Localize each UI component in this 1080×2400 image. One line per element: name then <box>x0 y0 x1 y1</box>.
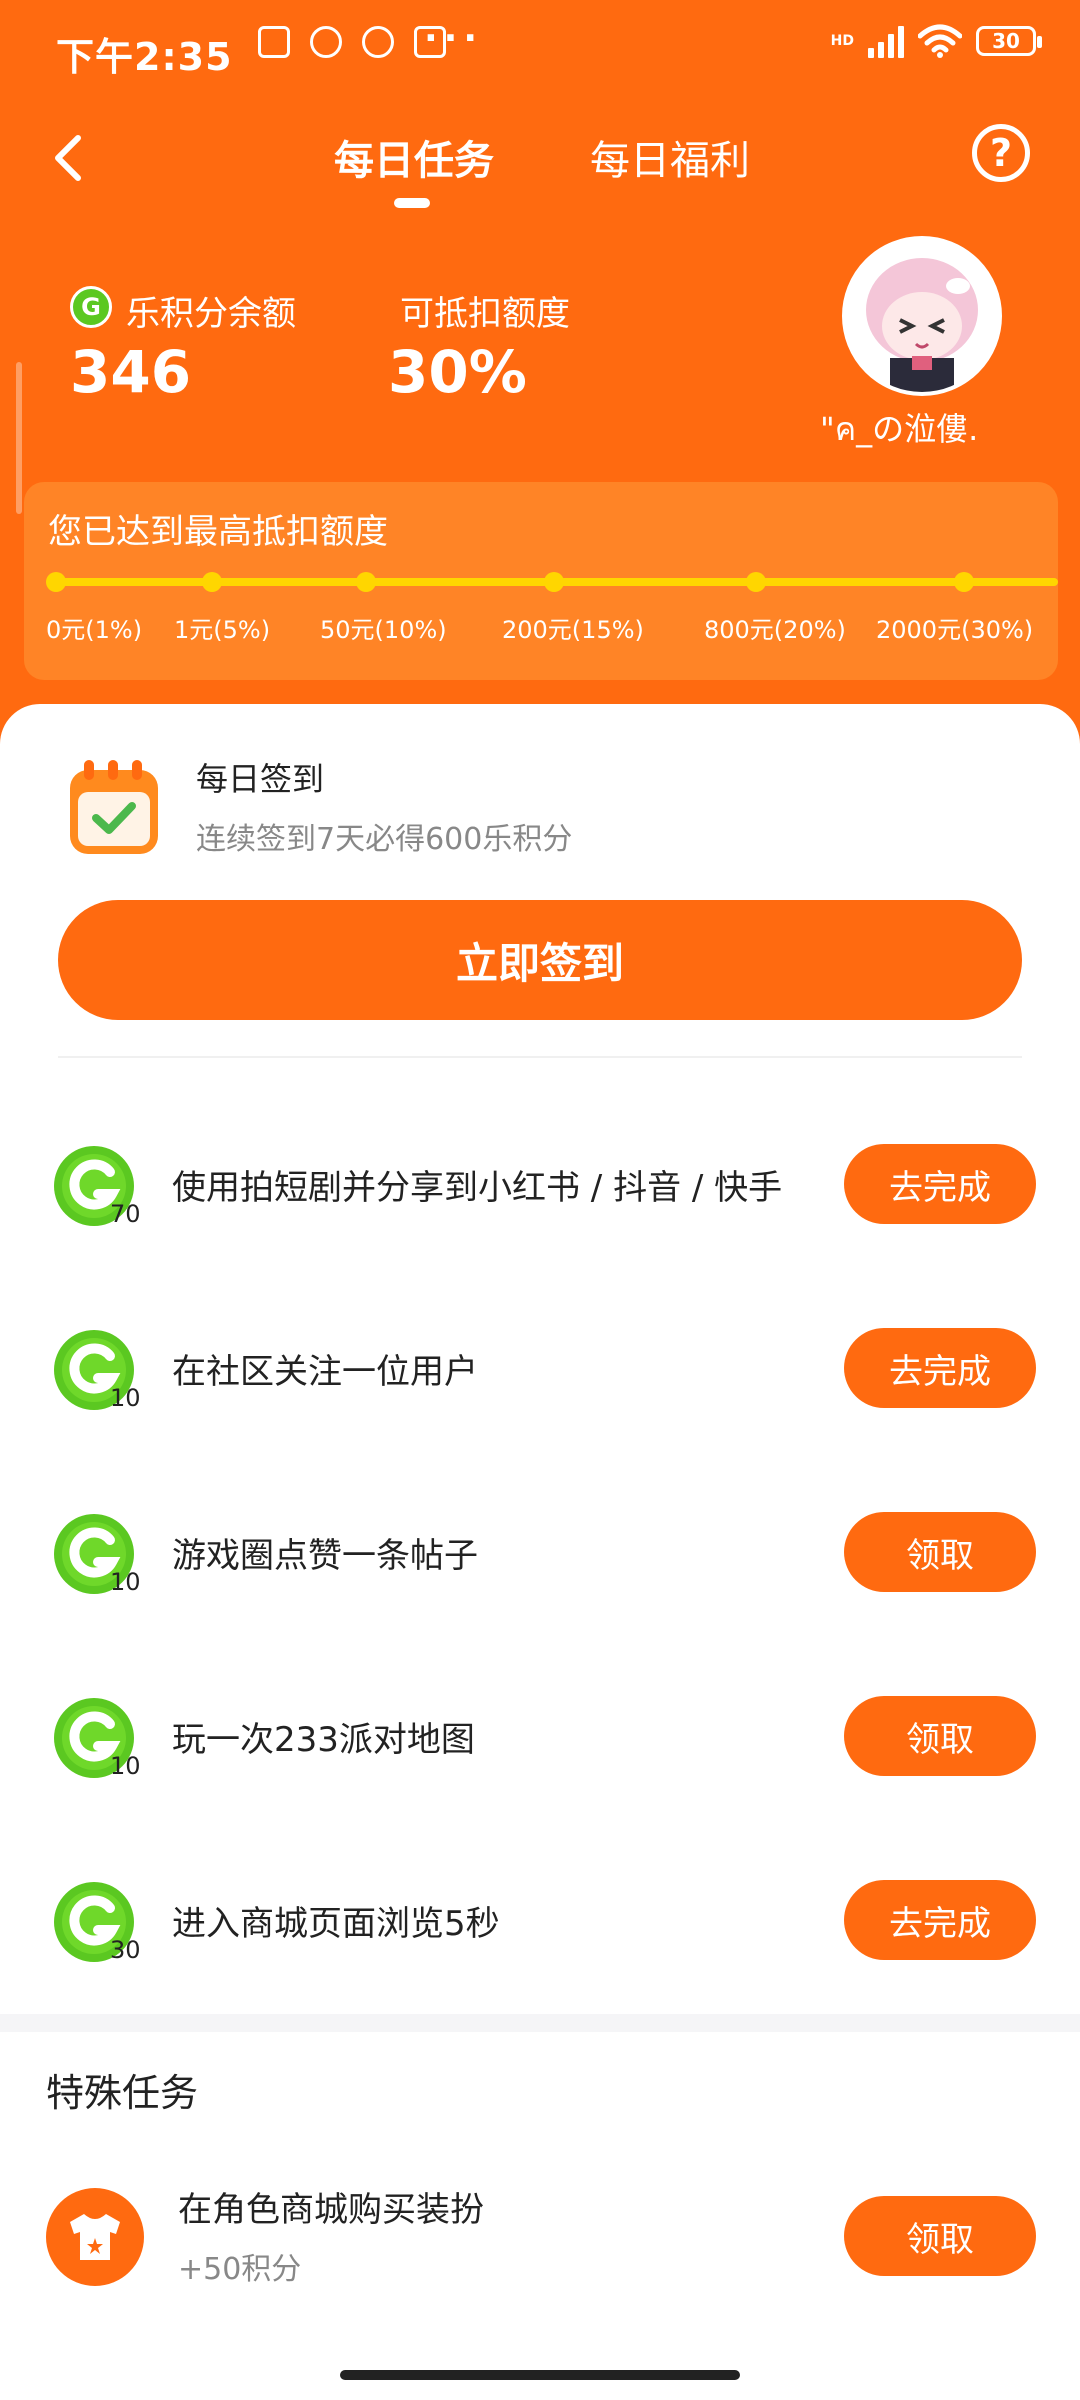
task-label: 玩一次233派对地图 <box>172 1720 475 1760</box>
avatar[interactable] <box>842 236 1002 396</box>
task-label: 游戏圈点赞一条帖子 <box>172 1536 478 1576</box>
hd-badge: HD <box>830 33 854 49</box>
task-action-button[interactable]: 去完成 <box>844 1144 1036 1224</box>
tab-daily-benefits[interactable]: 每日福利 <box>590 128 750 186</box>
progress-dot <box>46 572 66 592</box>
app-notification-icon <box>310 26 342 58</box>
task-points: 10 <box>110 1752 141 1780</box>
sign-in-button[interactable]: 立即签到 <box>58 900 1022 1020</box>
special-task-claim-button[interactable]: 领取 <box>844 2196 1036 2276</box>
deduct-label: 可抵扣额度 <box>400 294 570 334</box>
status-bar: 下午2:35 ··· HD 30 <box>0 0 1080 100</box>
tab-bar: 每日任务 每日福利 <box>0 128 1080 208</box>
task-row: 10 在社区关注一位用户 去完成 <box>0 1308 1080 1428</box>
task-row: 10 玩一次233派对地图 领取 <box>0 1676 1080 1796</box>
task-action-button[interactable]: 领取 <box>844 1696 1036 1776</box>
status-time: 下午2:35 <box>56 35 233 79</box>
calendar-check-icon <box>70 760 158 854</box>
task-points: 70 <box>110 1200 141 1228</box>
progress-tick: 800元(20%) <box>704 616 846 644</box>
progress-dot <box>746 572 766 592</box>
progress-tick: 0元(1%) <box>46 616 143 644</box>
avatar-image <box>846 240 998 392</box>
progress-tick: 50元(10%) <box>320 616 447 644</box>
progress-dot <box>544 572 564 592</box>
task-label: 在社区关注一位用户 <box>172 1352 478 1392</box>
points-coin-icon: G <box>70 286 112 328</box>
special-tasks-title: 特殊任务 <box>46 2071 199 2115</box>
edge-scroll-hint <box>16 362 22 514</box>
task-row: 30 进入商城页面浏览5秒 去完成 <box>0 1860 1080 1980</box>
daily-sign-title: 每日签到 <box>196 760 325 798</box>
tab-daily-tasks[interactable]: 每日任务 <box>334 128 494 186</box>
tasks-card: 每日签到 连续签到7天必得600乐积分 立即签到 70 使用拍短剧并分享到小红书… <box>0 704 1080 2014</box>
deduction-progress-card: 您已达到最高抵扣额度 0元(1%) 1元(5%) 50元(10%) 200元(1… <box>24 482 1058 680</box>
shirt-icon <box>46 2188 144 2286</box>
progress-dot <box>954 572 974 592</box>
app-notification-icon <box>362 26 394 58</box>
progress-tick: 1元(5%) <box>174 616 271 644</box>
home-indicator[interactable] <box>340 2370 740 2380</box>
task-points: 10 <box>110 1384 141 1412</box>
more-notifications-icon: ··· <box>424 18 484 59</box>
progress-title: 您已达到最高抵扣额度 <box>48 512 388 552</box>
task-action-button[interactable]: 领取 <box>844 1512 1036 1592</box>
system-indicators: HD 30 <box>830 24 1042 58</box>
task-row: 70 使用拍短剧并分享到小红书 / 抖音 / 快手 去完成 <box>0 1124 1080 1244</box>
balance-label: 乐积分余额 <box>126 294 296 334</box>
deduct-value: 30% <box>388 338 527 406</box>
balance-value: 346 <box>70 338 192 406</box>
special-task-reward: +50积分 <box>178 2252 302 2287</box>
divider <box>58 1056 1022 1058</box>
task-label: 进入商城页面浏览5秒 <box>172 1904 500 1944</box>
active-tab-indicator <box>394 198 430 208</box>
task-points: 10 <box>110 1568 141 1596</box>
task-label: 使用拍短剧并分享到小红书 / 抖音 / 快手 <box>172 1168 783 1208</box>
special-task-label: 在角色商城购买装扮 <box>178 2190 484 2230</box>
progress-dot <box>202 572 222 592</box>
progress-tick: 2000元(30%) <box>876 616 1034 644</box>
username: "ค_の涖僂. <box>820 410 979 448</box>
task-points: 30 <box>110 1936 141 1964</box>
task-action-button[interactable]: 去完成 <box>844 1328 1036 1408</box>
section-separator <box>0 2014 1080 2032</box>
progress-tick: 200元(15%) <box>502 616 644 644</box>
nfc-icon <box>258 26 290 58</box>
help-icon[interactable]: ? <box>972 124 1030 182</box>
signal-icon <box>868 24 904 58</box>
task-row: 10 游戏圈点赞一条帖子 领取 <box>0 1492 1080 1612</box>
daily-sign-subtitle: 连续签到7天必得600乐积分 <box>196 822 573 857</box>
battery-icon: 30 <box>976 26 1042 56</box>
task-action-button[interactable]: 去完成 <box>844 1880 1036 1960</box>
notification-icons <box>258 26 446 58</box>
progress-dot <box>356 572 376 592</box>
wifi-icon <box>918 24 962 58</box>
special-tasks-section: 特殊任务 在角色商城购买装扮 +50积分 领取 <box>0 2032 1080 2400</box>
